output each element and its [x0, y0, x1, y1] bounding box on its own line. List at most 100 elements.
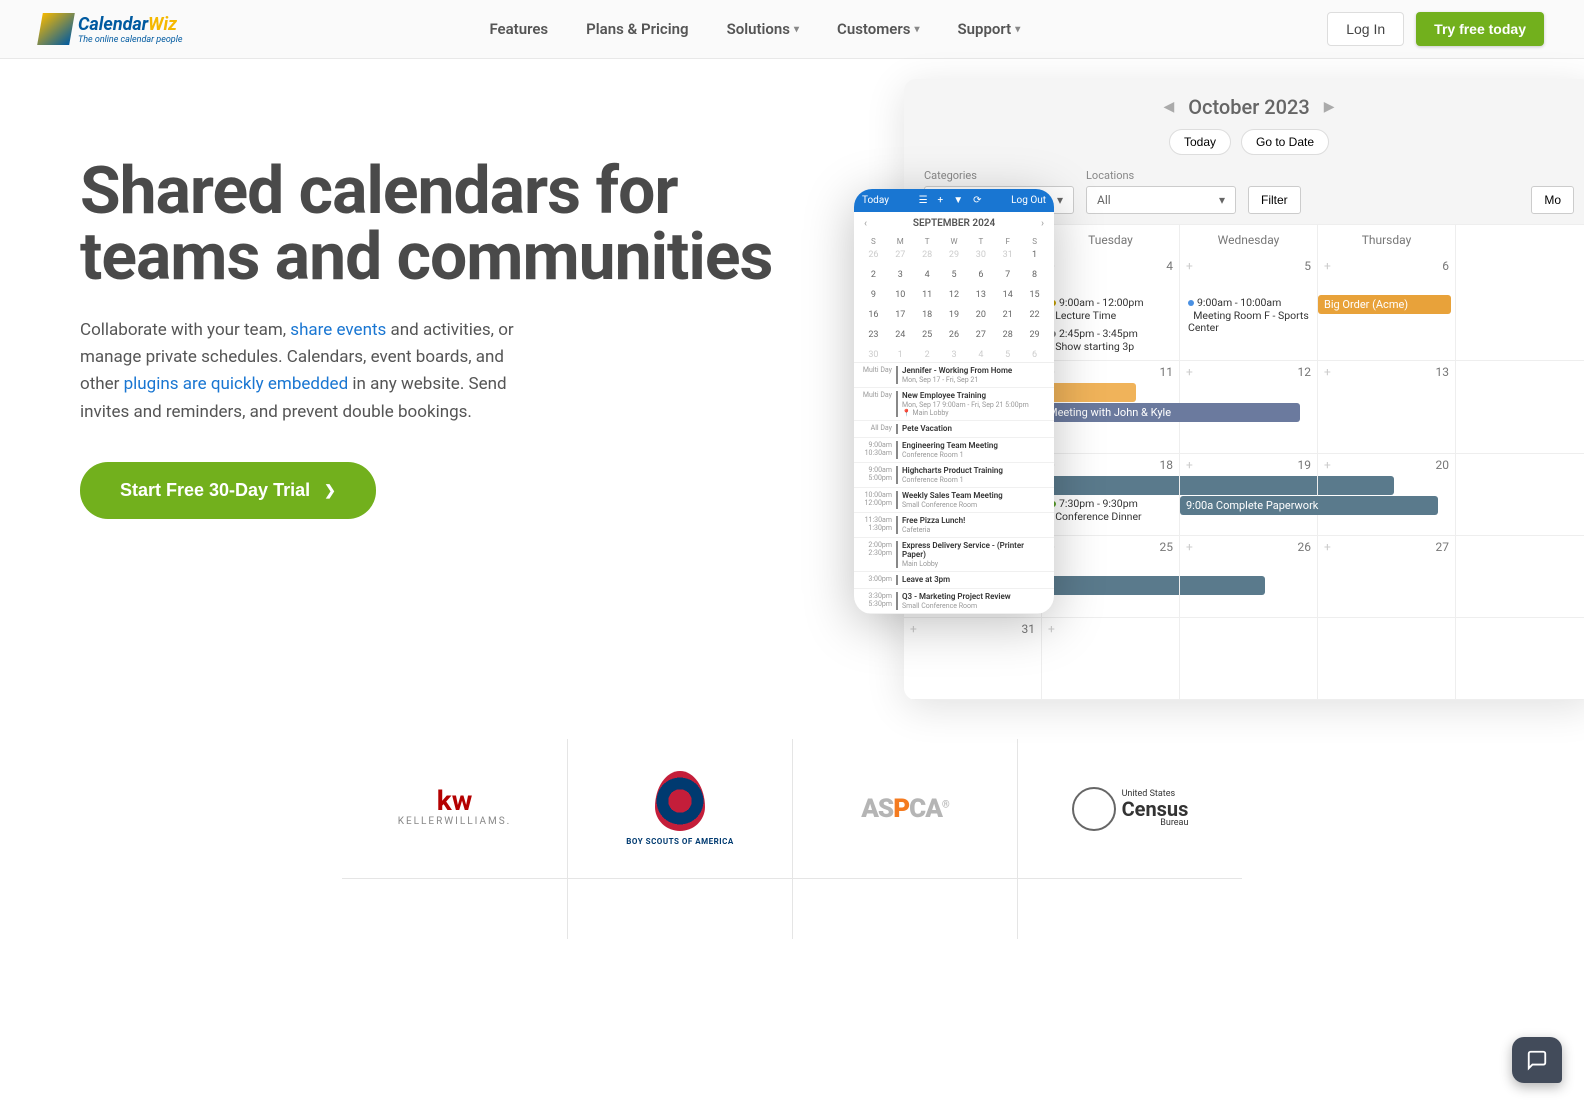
try-free-button[interactable]: Try free today — [1416, 12, 1544, 46]
mobile-date[interactable]: 18 — [914, 308, 941, 322]
day-cell[interactable]: +12 — [1180, 361, 1318, 454]
locations-dropdown[interactable]: All▾ — [1086, 186, 1236, 214]
filter-icon[interactable]: ▼ — [953, 195, 963, 206]
mobile-date[interactable]: 4 — [914, 268, 941, 282]
day-cell[interactable]: +6 Big Order (Acme) — [1318, 255, 1456, 361]
mobile-date[interactable]: 26 — [941, 328, 968, 342]
today-button[interactable]: Today — [1169, 129, 1231, 155]
add-event-icon[interactable]: + — [1048, 622, 1055, 636]
event-item[interactable]: 9:00am - 12:00pm Lecture Time — [1046, 295, 1175, 324]
day-cell[interactable]: +31 — [904, 618, 1042, 700]
mobile-date[interactable]: 7 — [994, 268, 1021, 282]
mobile-date[interactable]: 26 — [860, 248, 887, 262]
mobile-date[interactable]: 27 — [887, 248, 914, 262]
mobile-date[interactable]: 9 — [860, 288, 887, 302]
refresh-icon[interactable]: ⟳ — [973, 195, 981, 206]
day-cell[interactable] — [1456, 361, 1584, 454]
nav-features[interactable]: Features — [489, 20, 548, 38]
nav-support[interactable]: Support▾ — [958, 20, 1021, 38]
start-trial-button[interactable]: Start Free 30-Day Trial❯ — [80, 462, 376, 519]
mobile-date[interactable]: 5 — [994, 348, 1021, 362]
day-cell[interactable]: +19 9:00a Complete Paperwork — [1180, 454, 1318, 536]
mobile-date[interactable]: 23 — [860, 328, 887, 342]
mobile-date[interactable]: 20 — [967, 308, 994, 322]
mobile-date[interactable]: 10 — [887, 288, 914, 302]
day-cell[interactable]: +27 — [1318, 536, 1456, 618]
mobile-date[interactable]: 30 — [860, 348, 887, 362]
day-cell[interactable]: +11 Meeting with John & Kyle — [1042, 361, 1180, 454]
mobile-date[interactable]: 28 — [994, 328, 1021, 342]
day-cell[interactable] — [1456, 255, 1584, 361]
mobile-event-item[interactable]: 11:30am 1:30pmFree Pizza Lunch!Cafeteria — [854, 513, 1054, 538]
mobile-date[interactable]: 28 — [914, 248, 941, 262]
chat-button[interactable] — [1512, 1037, 1562, 1083]
mobile-date[interactable]: 24 — [887, 328, 914, 342]
nav-customers[interactable]: Customers▾ — [837, 20, 919, 38]
add-event-icon[interactable]: + — [1186, 259, 1193, 273]
next-month-button[interactable]: ▶ — [1324, 99, 1335, 115]
plus-icon[interactable]: + — [938, 195, 944, 206]
mobile-date[interactable]: 15 — [1021, 288, 1048, 302]
nav-plans[interactable]: Plans & Pricing — [586, 20, 688, 38]
day-cell[interactable]: +5 9:00am - 10:00am Meeting Room F - Spo… — [1180, 255, 1318, 361]
mobile-event-item[interactable]: Multi DayNew Employee TrainingMon, Sep 1… — [854, 388, 1054, 421]
mobile-date[interactable]: 1 — [1021, 248, 1048, 262]
mobile-date[interactable]: 16 — [860, 308, 887, 322]
day-cell[interactable] — [1456, 454, 1584, 536]
mobile-today-button[interactable]: Today — [862, 195, 889, 206]
add-event-icon[interactable]: + — [1324, 365, 1331, 379]
event-item[interactable]: 2:45pm - 3:45pm Show starting 3p — [1046, 326, 1175, 355]
mobile-date[interactable]: 12 — [941, 288, 968, 302]
login-button[interactable]: Log In — [1327, 12, 1404, 46]
mobile-event-item[interactable]: Multi DayJennifer - Working From HomeMon… — [854, 363, 1054, 388]
mobile-logout-button[interactable]: Log Out — [1011, 195, 1046, 206]
day-cell[interactable] — [1318, 618, 1456, 700]
share-events-link[interactable]: share events — [290, 320, 386, 340]
day-cell[interactable] — [1456, 618, 1584, 700]
logo[interactable]: CalendarWiz The online calendar people — [40, 13, 182, 45]
mobile-date[interactable]: 2 — [914, 348, 941, 362]
mobile-date[interactable]: 21 — [994, 308, 1021, 322]
day-cell[interactable]: +18 7:30pm - 9:30pm Conference Dinner — [1042, 454, 1180, 536]
mobile-date[interactable]: 31 — [994, 248, 1021, 262]
mobile-date[interactable]: 1 — [887, 348, 914, 362]
mobile-next-month[interactable]: › — [1041, 218, 1044, 229]
mobile-date[interactable]: 22 — [1021, 308, 1048, 322]
mobile-event-item[interactable]: 9:00am 10:30amEngineering Team MeetingCo… — [854, 438, 1054, 463]
mobile-date[interactable]: 5 — [941, 268, 968, 282]
mobile-date[interactable]: 30 — [967, 248, 994, 262]
mobile-date[interactable]: 25 — [914, 328, 941, 342]
day-cell[interactable] — [1180, 618, 1318, 700]
mobile-event-item[interactable]: 9:00am 5:00pmHighcharts Product Training… — [854, 463, 1054, 488]
event-item[interactable]: 7:30pm - 9:30pm Conference Dinner — [1046, 496, 1175, 525]
add-event-icon[interactable]: + — [910, 622, 917, 636]
plugins-link[interactable]: plugins are quickly embedded — [124, 374, 349, 394]
filter-button[interactable]: Filter — [1248, 186, 1301, 214]
mobile-prev-month[interactable]: ‹ — [864, 218, 867, 229]
mobile-date[interactable]: 6 — [967, 268, 994, 282]
more-button[interactable]: Mo — [1531, 186, 1574, 214]
day-cell[interactable]: +26 — [1180, 536, 1318, 618]
day-cell[interactable]: +20 — [1318, 454, 1456, 536]
mobile-event-item[interactable]: All DayPete Vacation — [854, 421, 1054, 438]
mobile-date[interactable]: 29 — [941, 248, 968, 262]
add-event-icon[interactable]: + — [1186, 540, 1193, 554]
mobile-date[interactable]: 4 — [967, 348, 994, 362]
mobile-date[interactable]: 14 — [994, 288, 1021, 302]
mobile-date[interactable]: 17 — [887, 308, 914, 322]
mobile-date[interactable]: 27 — [967, 328, 994, 342]
event-bar[interactable]: Big Order (Acme) — [1318, 295, 1451, 314]
add-event-icon[interactable]: + — [1186, 365, 1193, 379]
mobile-event-item[interactable]: 3:00pmLeave at 3pm — [854, 572, 1054, 589]
day-cell[interactable]: +25 — [1042, 536, 1180, 618]
nav-solutions[interactable]: Solutions▾ — [727, 20, 799, 38]
day-cell[interactable]: +13 — [1318, 361, 1456, 454]
mobile-date[interactable]: 2 — [860, 268, 887, 282]
mobile-date[interactable]: 3 — [941, 348, 968, 362]
day-cell[interactable]: +4 9:00am - 12:00pm Lecture Time 2:45pm … — [1042, 255, 1180, 361]
mobile-date[interactable]: 11 — [914, 288, 941, 302]
mobile-date[interactable]: 8 — [1021, 268, 1048, 282]
prev-month-button[interactable]: ◀ — [1163, 99, 1174, 115]
add-event-icon[interactable]: + — [1324, 458, 1331, 472]
mobile-event-item[interactable]: 2:00pm 2:30pmExpress Delivery Service - … — [854, 538, 1054, 573]
